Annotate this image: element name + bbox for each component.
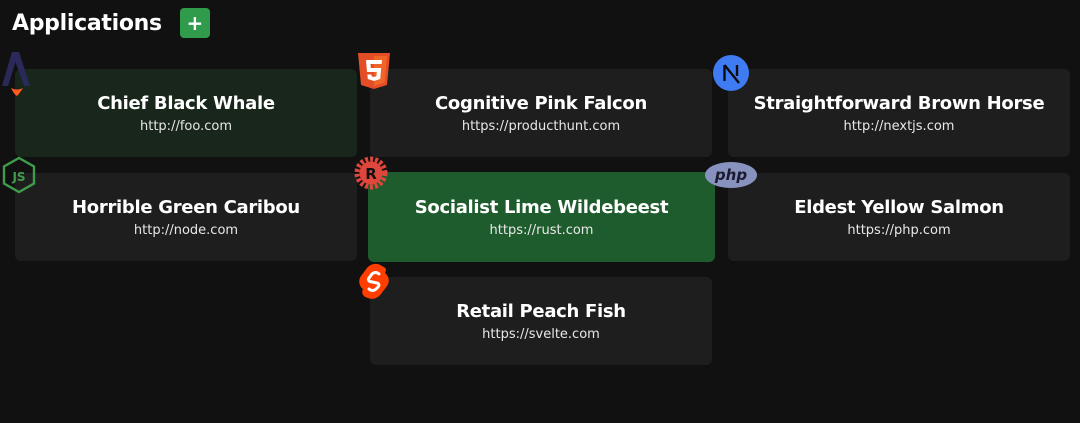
php-icon: php [705,162,757,188]
app-card-eldest-yellow-salmon[interactable]: Eldest Yellow Salmon https://php.com [728,173,1070,261]
app-url: http://nextjs.com [843,118,955,134]
app-url: http://node.com [133,222,239,238]
app-card-chief-black-whale[interactable]: Chief Black Whale http://foo.com [15,69,357,157]
nodejs-icon: JS [2,156,36,194]
app-name: Eldest Yellow Salmon [794,196,1004,218]
svg-text:JS: JS [11,170,25,184]
app-card-retail-peach-fish[interactable]: Retail Peach Fish https://svelte.com [370,277,712,365]
app-name: Chief Black Whale [97,92,275,114]
app-url: https://php.com [847,222,951,238]
app-name: Retail Peach Fish [456,300,626,322]
app-card-straightforward-brown-horse[interactable]: Straightforward Brown Horse http://nextj… [728,69,1070,157]
header: Applications + [12,8,210,38]
svg-text:php: php [714,166,747,184]
app-name: Straightforward Brown Horse [753,92,1045,114]
app-card-socialist-lime-wildebeest[interactable]: Socialist Lime Wildebeest https://rust.c… [368,172,715,262]
app-url: https://producthunt.com [461,118,621,134]
app-name: Horrible Green Caribou [72,196,300,218]
app-name: Cognitive Pink Falcon [435,92,647,114]
app-url: http://foo.com [140,118,232,134]
page-title: Applications [12,10,162,36]
applications-page: Applications + Chief Black Whale http://… [0,0,1080,423]
svg-text:R: R [365,165,377,183]
app-card-horrible-green-caribou[interactable]: Horrible Green Caribou http://node.com [15,173,357,261]
astro-icon [2,52,30,96]
svelte-icon [359,263,389,299]
app-url: https://rust.com [489,222,594,238]
add-application-button[interactable]: + [179,8,210,38]
rust-icon: R [354,156,388,190]
app-card-cognitive-pink-falcon[interactable]: Cognitive Pink Falcon https://producthun… [370,69,712,157]
app-name: Socialist Lime Wildebeest [414,196,669,218]
html5-icon [358,53,390,89]
nextjs-icon [713,55,749,91]
app-url: https://svelte.com [482,326,600,342]
